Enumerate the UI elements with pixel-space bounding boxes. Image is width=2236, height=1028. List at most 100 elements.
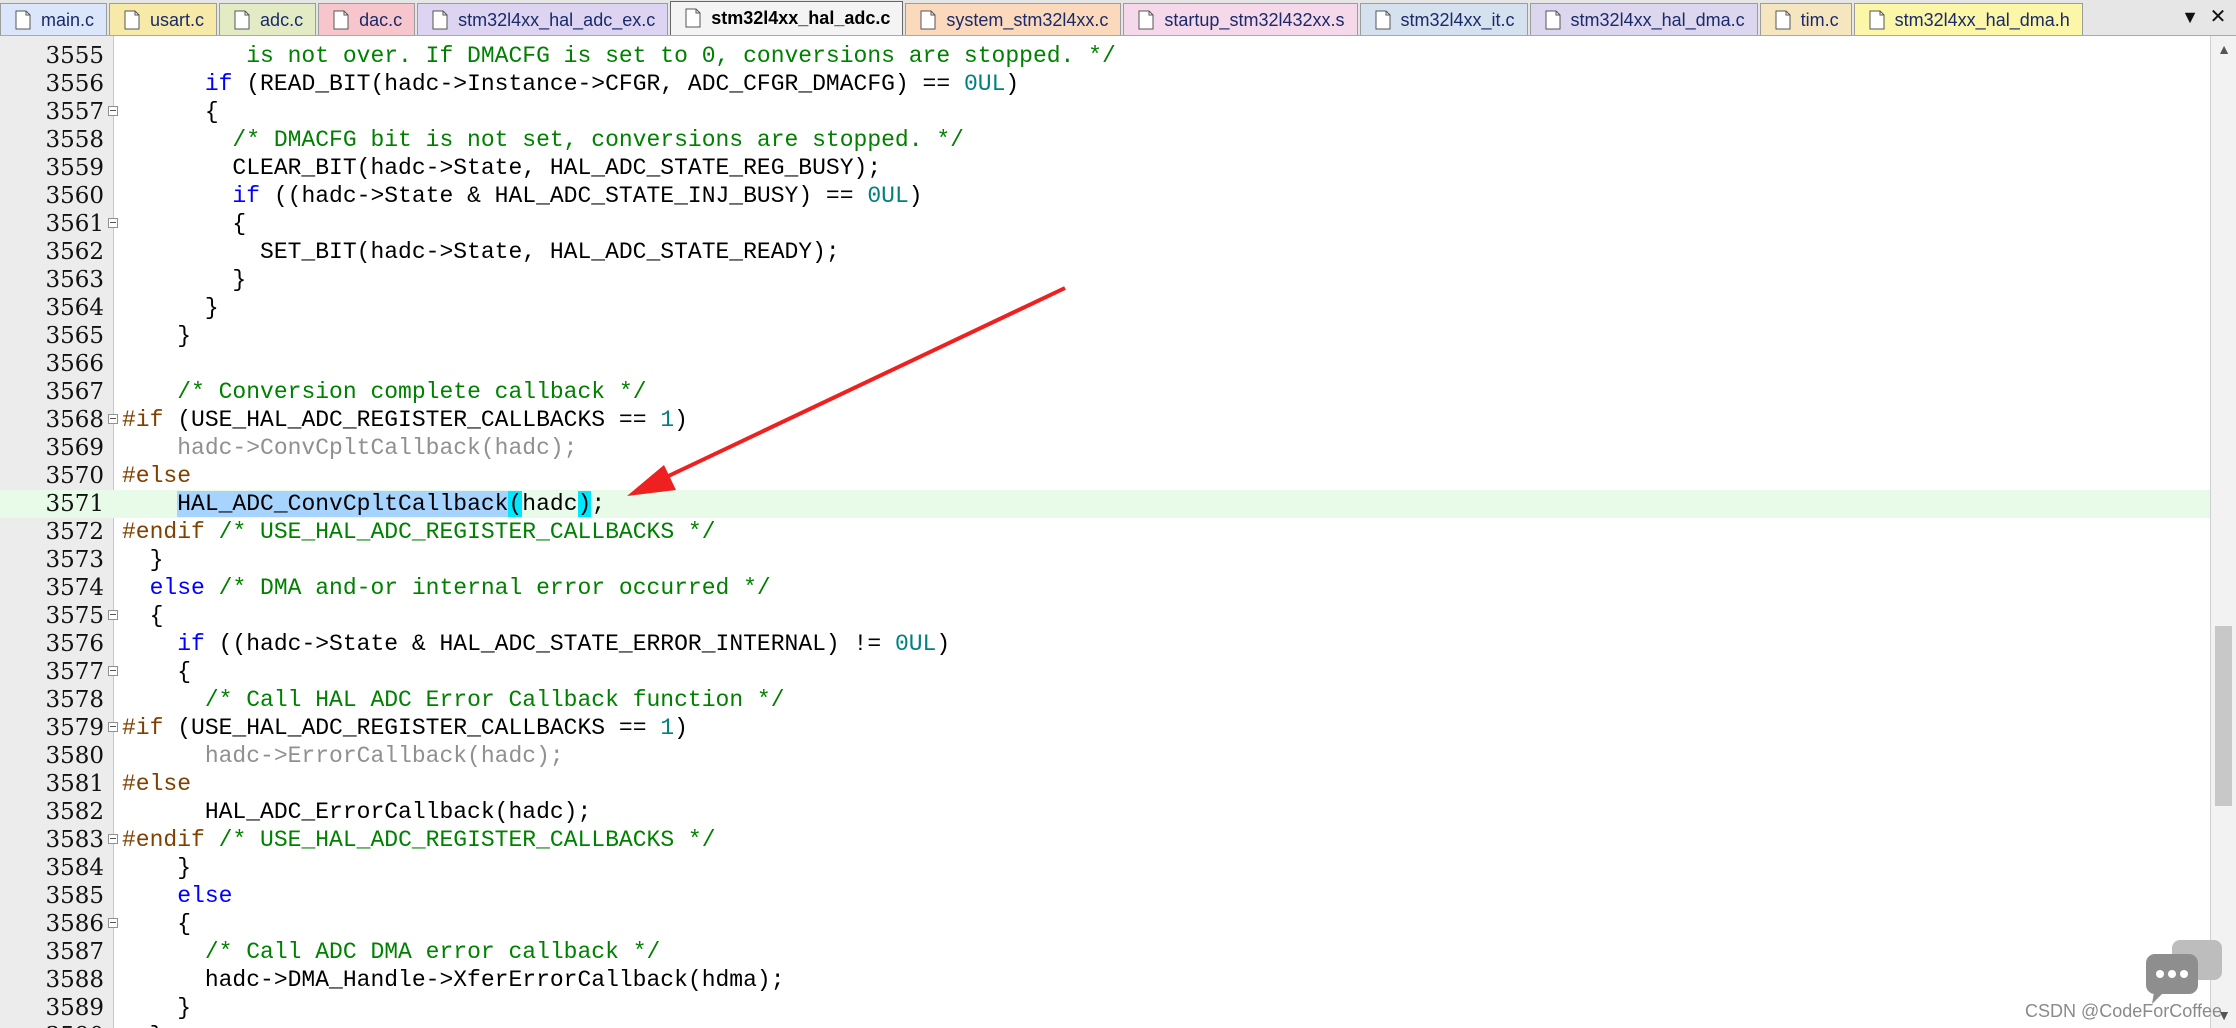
code-line[interactable]: 3587 /* Call ADC DMA error callback */	[0, 938, 2210, 966]
line-number: 3586	[45, 911, 104, 937]
vertical-scrollbar[interactable]: ▲ ▼	[2210, 36, 2236, 1028]
code-line[interactable]: 3576 if ((hadc->State & HAL_ADC_STATE_ER…	[0, 630, 2210, 658]
line-number: 3571	[45, 491, 104, 517]
code-line[interactable]: 3577 {	[0, 658, 2210, 686]
fold-toggle-icon[interactable]	[108, 106, 118, 116]
code-line[interactable]: 3575 {	[0, 602, 2210, 630]
chevron-down-icon[interactable]: ▼	[2178, 6, 2202, 28]
code-line[interactable]: 3586 {	[0, 910, 2210, 938]
code-text: }	[122, 854, 191, 882]
code-editor[interactable]: 3555 is not over. If DMACFG is set to 0,…	[0, 36, 2210, 1028]
line-number: 3561	[45, 211, 104, 237]
tab-stm32l4xx-hal-adc-c[interactable]: stm32l4xx_hal_adc.c	[670, 1, 904, 35]
code-line[interactable]: 3585 else	[0, 882, 2210, 910]
code-line[interactable]: 3564 }	[0, 294, 2210, 322]
code-token: SET_BIT(hadc->State, HAL_ADC_STATE_READY…	[122, 239, 840, 265]
code-line[interactable]: 3573 }	[0, 546, 2210, 574]
code-line[interactable]: 3562 SET_BIT(hadc->State, HAL_ADC_STATE_…	[0, 238, 2210, 266]
code-line[interactable]: 3561 {	[0, 210, 2210, 238]
code-line[interactable]: 3569 hadc->ConvCpltCallback(hadc);	[0, 434, 2210, 462]
code-token: /* Call ADC DMA error callback */	[204, 939, 661, 965]
code-line[interactable]: 3588 hadc->DMA_Handle->XferErrorCallback…	[0, 966, 2210, 994]
file-icon	[432, 10, 448, 30]
current-code-line[interactable]: 3571 HAL_ADC_ConvCpltCallback(hadc);	[0, 490, 2210, 518]
tab-main-c[interactable]: main.c	[0, 3, 108, 35]
scroll-up-arrow-icon[interactable]: ▲	[2211, 36, 2236, 62]
line-number: 3577	[45, 659, 104, 685]
code-line[interactable]: 3567 /* Conversion complete callback */	[0, 378, 2210, 406]
code-line[interactable]: 3568 #if (USE_HAL_ADC_REGISTER_CALLBACKS …	[0, 406, 2210, 434]
code-line[interactable]: 3590 }	[0, 1022, 2210, 1028]
code-line[interactable]: 3570 #else	[0, 462, 2210, 490]
close-icon[interactable]: ✕	[2206, 6, 2230, 28]
line-number: 3574	[45, 575, 104, 601]
code-line[interactable]: 3566	[0, 350, 2210, 378]
code-line[interactable]: 3578 /* Call HAL ADC Error Callback func…	[0, 686, 2210, 714]
code-line[interactable]: 3581 #else	[0, 770, 2210, 798]
fold-toggle-icon[interactable]	[108, 722, 118, 732]
fold-toggle-icon[interactable]	[108, 666, 118, 676]
fold-toggle-icon[interactable]	[108, 414, 118, 424]
code-text: hadc->ConvCpltCallback(hadc);	[122, 434, 577, 462]
code-line[interactable]: 3583 #endif /* USE_HAL_ADC_REGISTER_CALLB…	[0, 826, 2210, 854]
code-token: CLEAR_BIT(hadc->State, HAL_ADC_STATE_REG…	[122, 155, 882, 181]
line-number: 3564	[45, 295, 104, 321]
tab-tim-c[interactable]: tim.c	[1759, 3, 1852, 35]
code-token: /* USE_HAL_ADC_REGISTER_CALLBACKS */	[218, 827, 716, 853]
code-line[interactable]: 3559 CLEAR_BIT(hadc->State, HAL_ADC_STAT…	[0, 154, 2210, 182]
code-line[interactable]: 3574 else /* DMA and-or internal error o…	[0, 574, 2210, 602]
code-token: else	[149, 575, 205, 601]
tab-stm32l4xx-hal-dma-h[interactable]: stm32l4xx_hal_dma.h	[1853, 3, 2083, 35]
code-line[interactable]: 3582 HAL_ADC_ErrorCallback(hadc);	[0, 798, 2210, 826]
code-token: }	[122, 267, 247, 293]
line-number: 3587	[45, 939, 104, 965]
code-line[interactable]: 3556 if (READ_BIT(hadc->Instance->CFGR, …	[0, 70, 2210, 98]
code-text: /* Call ADC DMA error callback */	[122, 938, 660, 966]
code-line[interactable]: 3563 }	[0, 266, 2210, 294]
code-token: )	[1005, 71, 1020, 97]
tab-label: dac.c	[359, 10, 403, 30]
code-line[interactable]: 3579 #if (USE_HAL_ADC_REGISTER_CALLBACKS …	[0, 714, 2210, 742]
code-token: hadc	[522, 491, 578, 517]
tab-stm32l4xx-hal-adc-ex-c[interactable]: stm32l4xx_hal_adc_ex.c	[417, 3, 669, 35]
code-text: #else	[122, 770, 191, 798]
line-number: 3576	[45, 631, 104, 657]
code-line[interactable]: 3555 is not over. If DMACFG is set to 0,…	[0, 42, 2210, 70]
tab-startup-stm32l432xx-s[interactable]: startup_stm32l432xx.s	[1123, 3, 1358, 35]
file-icon	[124, 10, 140, 30]
fold-toggle-icon[interactable]	[108, 834, 118, 844]
code-token: #else	[122, 463, 192, 489]
line-number: 3578	[45, 687, 104, 713]
code-token: {	[122, 211, 247, 237]
line-number: 3558	[45, 127, 104, 153]
line-number: 3569	[45, 435, 104, 461]
fold-toggle-icon[interactable]	[108, 918, 118, 928]
code-line[interactable]: 3572 #endif /* USE_HAL_ADC_REGISTER_CALLB…	[0, 518, 2210, 546]
scrollbar-thumb[interactable]	[2215, 626, 2232, 806]
code-line[interactable]: 3560 if ((hadc->State & HAL_ADC_STATE_IN…	[0, 182, 2210, 210]
tab-usart-c[interactable]: usart.c	[109, 3, 218, 35]
line-number: 3579	[45, 715, 104, 741]
file-icon	[685, 8, 701, 28]
code-line[interactable]: 3589 }	[0, 994, 2210, 1022]
code-token: (READ_BIT(hadc->Instance->CFGR, ADC_CFGR…	[232, 71, 964, 97]
code-token: #if	[122, 715, 164, 741]
code-line[interactable]: 3580 hadc->ErrorCallback(hadc);	[0, 742, 2210, 770]
code-token: {	[122, 99, 219, 125]
code-line[interactable]: 3558 /* DMACFG bit is not set, conversio…	[0, 126, 2210, 154]
code-line[interactable]: 3557 {	[0, 98, 2210, 126]
code-line[interactable]: 3584 }	[0, 854, 2210, 882]
code-line[interactable]: 3565 }	[0, 322, 2210, 350]
tab-adc-c[interactable]: adc.c	[219, 3, 317, 35]
tab-stm32l4xx-it-c[interactable]: stm32l4xx_it.c	[1359, 3, 1528, 35]
chat-bubble-icon[interactable]	[2142, 936, 2228, 1008]
code-token: is not over. If DMACFG is set to 0, conv…	[122, 43, 1116, 69]
line-number: 3590	[0, 1022, 104, 1028]
tab-stm32l4xx-hal-dma-c[interactable]: stm32l4xx_hal_dma.c	[1529, 3, 1758, 35]
fold-toggle-icon[interactable]	[108, 610, 118, 620]
fold-toggle-icon[interactable]	[108, 218, 118, 228]
line-number: 3566	[45, 351, 104, 377]
tab-dac-c[interactable]: dac.c	[318, 3, 416, 35]
tab-system-stm32l4xx-c[interactable]: system_stm32l4xx.c	[905, 3, 1122, 35]
